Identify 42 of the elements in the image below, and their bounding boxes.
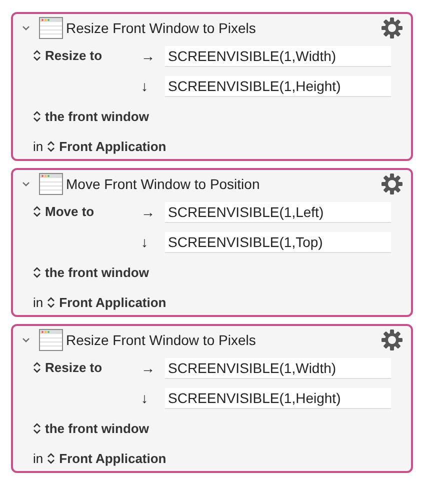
mode-label: Resize to bbox=[45, 48, 102, 63]
arrow-label: ↓ bbox=[141, 78, 149, 94]
window-icon bbox=[39, 17, 63, 39]
mode-label: Move to bbox=[45, 204, 94, 219]
settings-icon[interactable] bbox=[381, 17, 403, 39]
chevron-down-icon[interactable] bbox=[21, 179, 31, 189]
window-icon bbox=[39, 329, 63, 351]
input-field[interactable]: SCREENVISIBLE(1,Top) bbox=[165, 232, 391, 252]
up-down-chevron-icon[interactable] bbox=[33, 110, 41, 122]
mode-popup[interactable]: Move to bbox=[33, 204, 94, 219]
arrow-label: → bbox=[141, 204, 156, 220]
up-down-chevron-icon[interactable] bbox=[33, 422, 41, 434]
up-down-chevron-icon[interactable] bbox=[33, 362, 41, 373]
chevron-down-icon[interactable] bbox=[21, 335, 31, 345]
chevron-down-icon[interactable] bbox=[21, 23, 31, 33]
window-icon bbox=[39, 173, 63, 195]
up-down-chevron-icon[interactable] bbox=[33, 206, 41, 217]
input-field[interactable]: SCREENVISIBLE(1,Width) bbox=[165, 46, 391, 66]
arrow-label: ↓ bbox=[141, 234, 149, 250]
mode-label: Resize to bbox=[45, 360, 102, 375]
arrow-label: → bbox=[141, 360, 156, 376]
in-label: in bbox=[33, 138, 44, 154]
arrow-label: ↓ bbox=[141, 390, 149, 406]
in-label: in bbox=[33, 450, 44, 466]
input-field[interactable]: SCREENVISIBLE(1,Height) bbox=[165, 388, 391, 408]
up-down-chevron-icon[interactable] bbox=[33, 266, 41, 278]
in-label: in bbox=[33, 294, 44, 310]
action-title: Move Front Window to Position bbox=[66, 176, 261, 192]
up-down-chevron-icon[interactable] bbox=[47, 296, 56, 308]
up-down-chevron-icon[interactable] bbox=[47, 452, 56, 464]
arrow-label: → bbox=[141, 48, 156, 64]
up-down-chevron-icon[interactable] bbox=[47, 140, 56, 152]
input-field[interactable]: SCREENVISIBLE(1,Width) bbox=[165, 358, 391, 378]
mode-popup[interactable]: Resize to bbox=[33, 48, 102, 63]
mode-popup[interactable]: Resize to bbox=[33, 360, 102, 375]
action-title: Resize Front Window to Pixels bbox=[66, 332, 257, 348]
up-down-chevron-icon[interactable] bbox=[33, 50, 41, 61]
input-field[interactable]: SCREENVISIBLE(1,Left) bbox=[165, 202, 391, 222]
settings-icon[interactable] bbox=[381, 329, 403, 351]
settings-icon[interactable] bbox=[381, 173, 403, 195]
input-field[interactable]: SCREENVISIBLE(1,Height) bbox=[165, 76, 391, 96]
action-title: Resize Front Window to Pixels bbox=[66, 20, 257, 36]
